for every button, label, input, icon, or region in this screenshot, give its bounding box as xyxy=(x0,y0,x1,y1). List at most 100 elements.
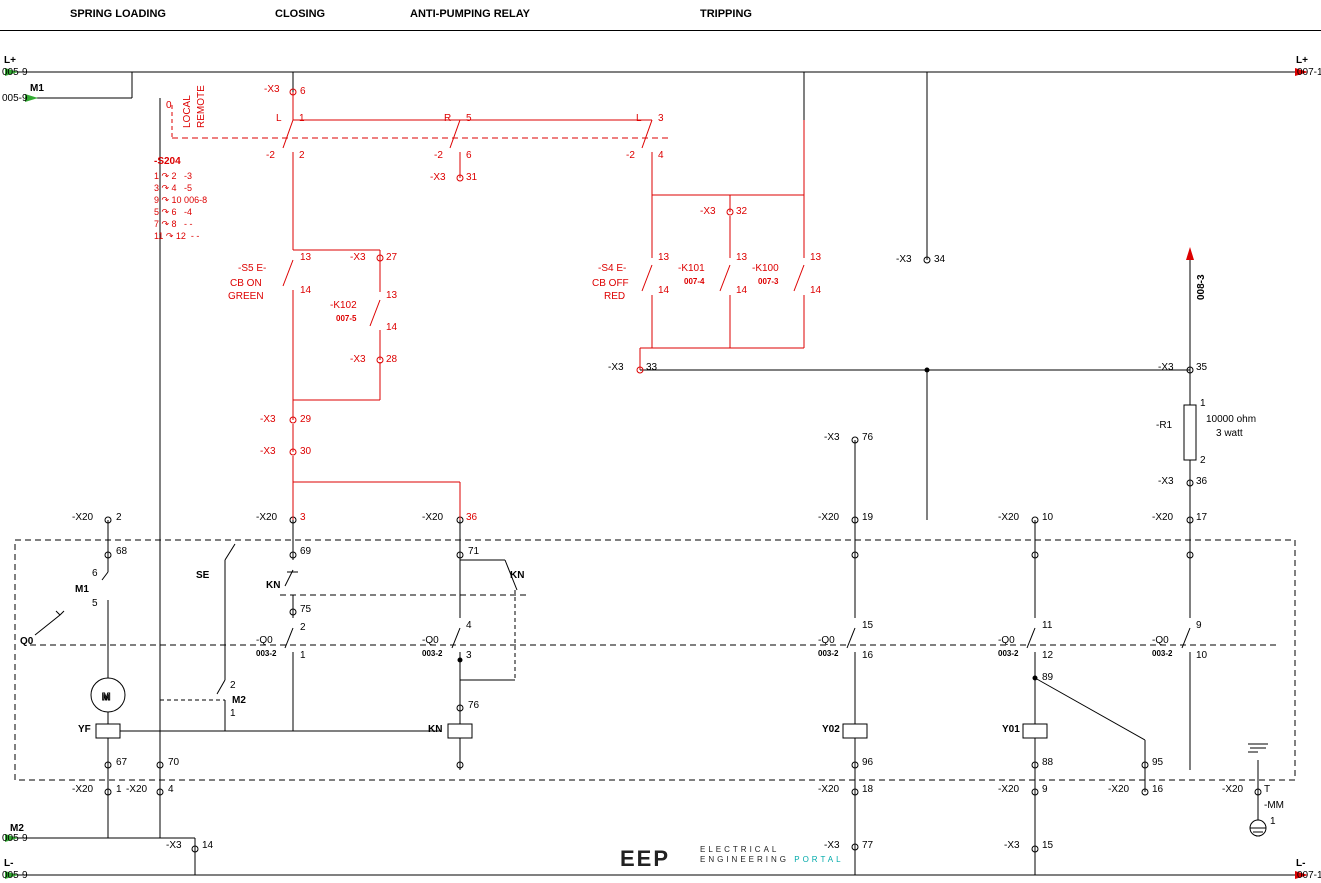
r1-pw: 3 watt xyxy=(1216,428,1243,440)
k102-13: 13 xyxy=(386,290,397,302)
x20-16l: -X20 xyxy=(1108,784,1129,796)
x20-19: 19 xyxy=(862,512,873,524)
q0l-d: -Q0 xyxy=(998,635,1015,647)
x3-35l: -X3 xyxy=(1158,362,1174,374)
q0l-e: -Q0 xyxy=(1152,635,1169,647)
in69: 69 xyxy=(300,546,311,558)
k101-14: 14 xyxy=(736,285,747,297)
r1-val: 10000 ohm xyxy=(1206,414,1256,426)
lbl-007-1a: 007-1 xyxy=(1297,67,1321,79)
x3-33l: -X3 xyxy=(608,362,624,374)
brand-l3: PORTAL xyxy=(794,855,843,864)
lbl-005-9d: 005-9 xyxy=(2,833,28,845)
q0-t4: 4 xyxy=(466,620,472,632)
in96: 96 xyxy=(862,757,873,769)
in67: 67 xyxy=(116,757,127,769)
in75: 75 xyxy=(300,604,311,616)
lbl-lplus-left: L+ xyxy=(4,55,16,67)
x20-10: 10 xyxy=(1042,512,1053,524)
brand-logo: EEP xyxy=(620,846,670,872)
q0ref-b: 003-2 xyxy=(422,648,442,660)
x20-2: 2 xyxy=(116,512,122,524)
q0-t9: 9 xyxy=(1196,620,1202,632)
x20-17: 17 xyxy=(1196,512,1207,524)
sw-n2b: -2 xyxy=(434,150,443,162)
x3-36l: -X3 xyxy=(1158,476,1174,488)
q0-t10: 10 xyxy=(1196,650,1207,662)
x3-35: 35 xyxy=(1196,362,1207,374)
k100-13: 13 xyxy=(810,252,821,264)
sw-t3: 3 xyxy=(658,113,664,125)
k101-13: 13 xyxy=(736,252,747,264)
in-yf: YF xyxy=(78,724,91,736)
r1-t2: 2 xyxy=(1200,455,1206,467)
q0ref-a: 003-2 xyxy=(256,648,276,660)
s4-name: -S4 E- xyxy=(598,263,626,275)
x3-28: 28 xyxy=(386,354,397,366)
k102-ref: 007-5 xyxy=(336,313,356,325)
x20-1l: -X20 xyxy=(72,784,93,796)
k101-ref: 007-4 xyxy=(684,276,704,288)
s204-pos0: 0 xyxy=(166,100,172,112)
x20-17l: -X20 xyxy=(1152,512,1173,524)
x3-76: 76 xyxy=(862,432,873,444)
q0-t1: 1 xyxy=(300,650,306,662)
x3-27: 27 xyxy=(386,252,397,264)
q0-t11: 11 xyxy=(1042,620,1052,632)
sw-n2a: -2 xyxy=(266,150,275,162)
x20-9l: -X20 xyxy=(998,784,1019,796)
sw-t2: 2 xyxy=(299,150,305,162)
k102-name: -K102 xyxy=(330,300,357,312)
x20-1: 1 xyxy=(116,784,122,796)
in95: 95 xyxy=(1152,757,1163,769)
lbl-lminus-l: L- xyxy=(4,858,13,870)
x20-10l: -X20 xyxy=(998,512,1019,524)
q0ref-e: 003-2 xyxy=(1152,648,1172,660)
sw-t4: 4 xyxy=(658,150,664,162)
x20-T: T xyxy=(1264,784,1270,796)
x3-31: 31 xyxy=(466,172,477,184)
x3-31l: -X3 xyxy=(430,172,446,184)
x3-32l: -X3 xyxy=(700,206,716,218)
electrical-schematic: SPRING LOADING CLOSING ANTI-PUMPING RELA… xyxy=(0,0,1321,883)
in88: 88 xyxy=(1042,757,1053,769)
svg-text:M: M xyxy=(102,692,110,703)
s204-local: LOCAL xyxy=(182,95,194,128)
sw-t5: 5 xyxy=(466,113,472,125)
x20-36: 36 xyxy=(466,512,477,524)
k101-name: -K101 xyxy=(678,263,705,275)
x3-27l: -X3 xyxy=(350,252,366,264)
in-m1-5: 5 xyxy=(92,598,98,610)
k100-name: -K100 xyxy=(752,263,779,275)
x3-30: 30 xyxy=(300,446,311,458)
lbl-lplus-right: L+ xyxy=(1296,55,1308,67)
lbl-005-9a: 005-9 xyxy=(2,67,28,79)
sw-t6: 6 xyxy=(466,150,472,162)
x3-77l: -X3 xyxy=(824,840,840,852)
swL2: L xyxy=(636,113,642,125)
q0-t16: 16 xyxy=(862,650,873,662)
s4-cb: CB OFF xyxy=(592,278,629,290)
s5-gr: GREEN xyxy=(228,291,264,303)
in89: 89 xyxy=(1042,672,1053,684)
q0-t3: 3 xyxy=(466,650,472,662)
k100-ref: 007-3 xyxy=(758,276,778,288)
in71: 71 xyxy=(468,546,479,558)
q0-handle: Q0 xyxy=(20,636,33,648)
lbl-lminus-r: L- xyxy=(1296,858,1305,870)
in-y02: Y02 xyxy=(822,724,840,736)
in70: 70 xyxy=(168,757,179,769)
q0l-a: -Q0 xyxy=(256,635,273,647)
x3-77: 77 xyxy=(862,840,873,852)
x3-33: 33 xyxy=(646,362,657,374)
q0-t15: 15 xyxy=(862,620,873,632)
x3-32: 32 xyxy=(736,206,747,218)
lbl-005-9c: 005-9 xyxy=(2,870,28,882)
in-m2-2: 2 xyxy=(230,680,236,692)
sw-n2c: -2 xyxy=(626,150,635,162)
in-kn1: KN xyxy=(266,580,280,592)
mm-1: 1 xyxy=(1270,816,1276,828)
k100-14: 14 xyxy=(810,285,821,297)
q0-t2: 2 xyxy=(300,622,306,634)
x3-29l: -X3 xyxy=(260,414,276,426)
